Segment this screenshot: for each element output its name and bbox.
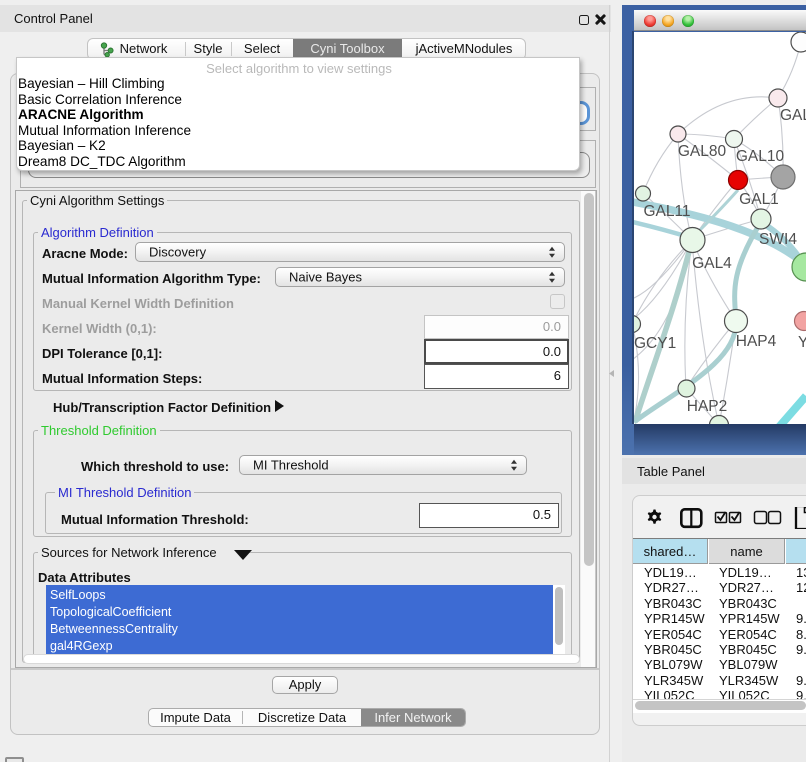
svg-text:GAL80: GAL80 (678, 143, 727, 160)
svg-text:GAL1: GAL1 (739, 191, 779, 208)
svg-text:GAL4: GAL4 (692, 255, 732, 272)
svg-text:HAP4: HAP4 (736, 333, 777, 350)
svg-text:Y: Y (798, 334, 806, 351)
svg-text:GAL7: GAL7 (780, 107, 806, 124)
svg-text:SWI4: SWI4 (759, 231, 797, 248)
svg-text:HAP2: HAP2 (687, 398, 728, 415)
svg-text:GAL10: GAL10 (736, 148, 785, 165)
svg-text:GAL11: GAL11 (643, 203, 690, 220)
svg-text:GCY1: GCY1 (634, 335, 676, 352)
